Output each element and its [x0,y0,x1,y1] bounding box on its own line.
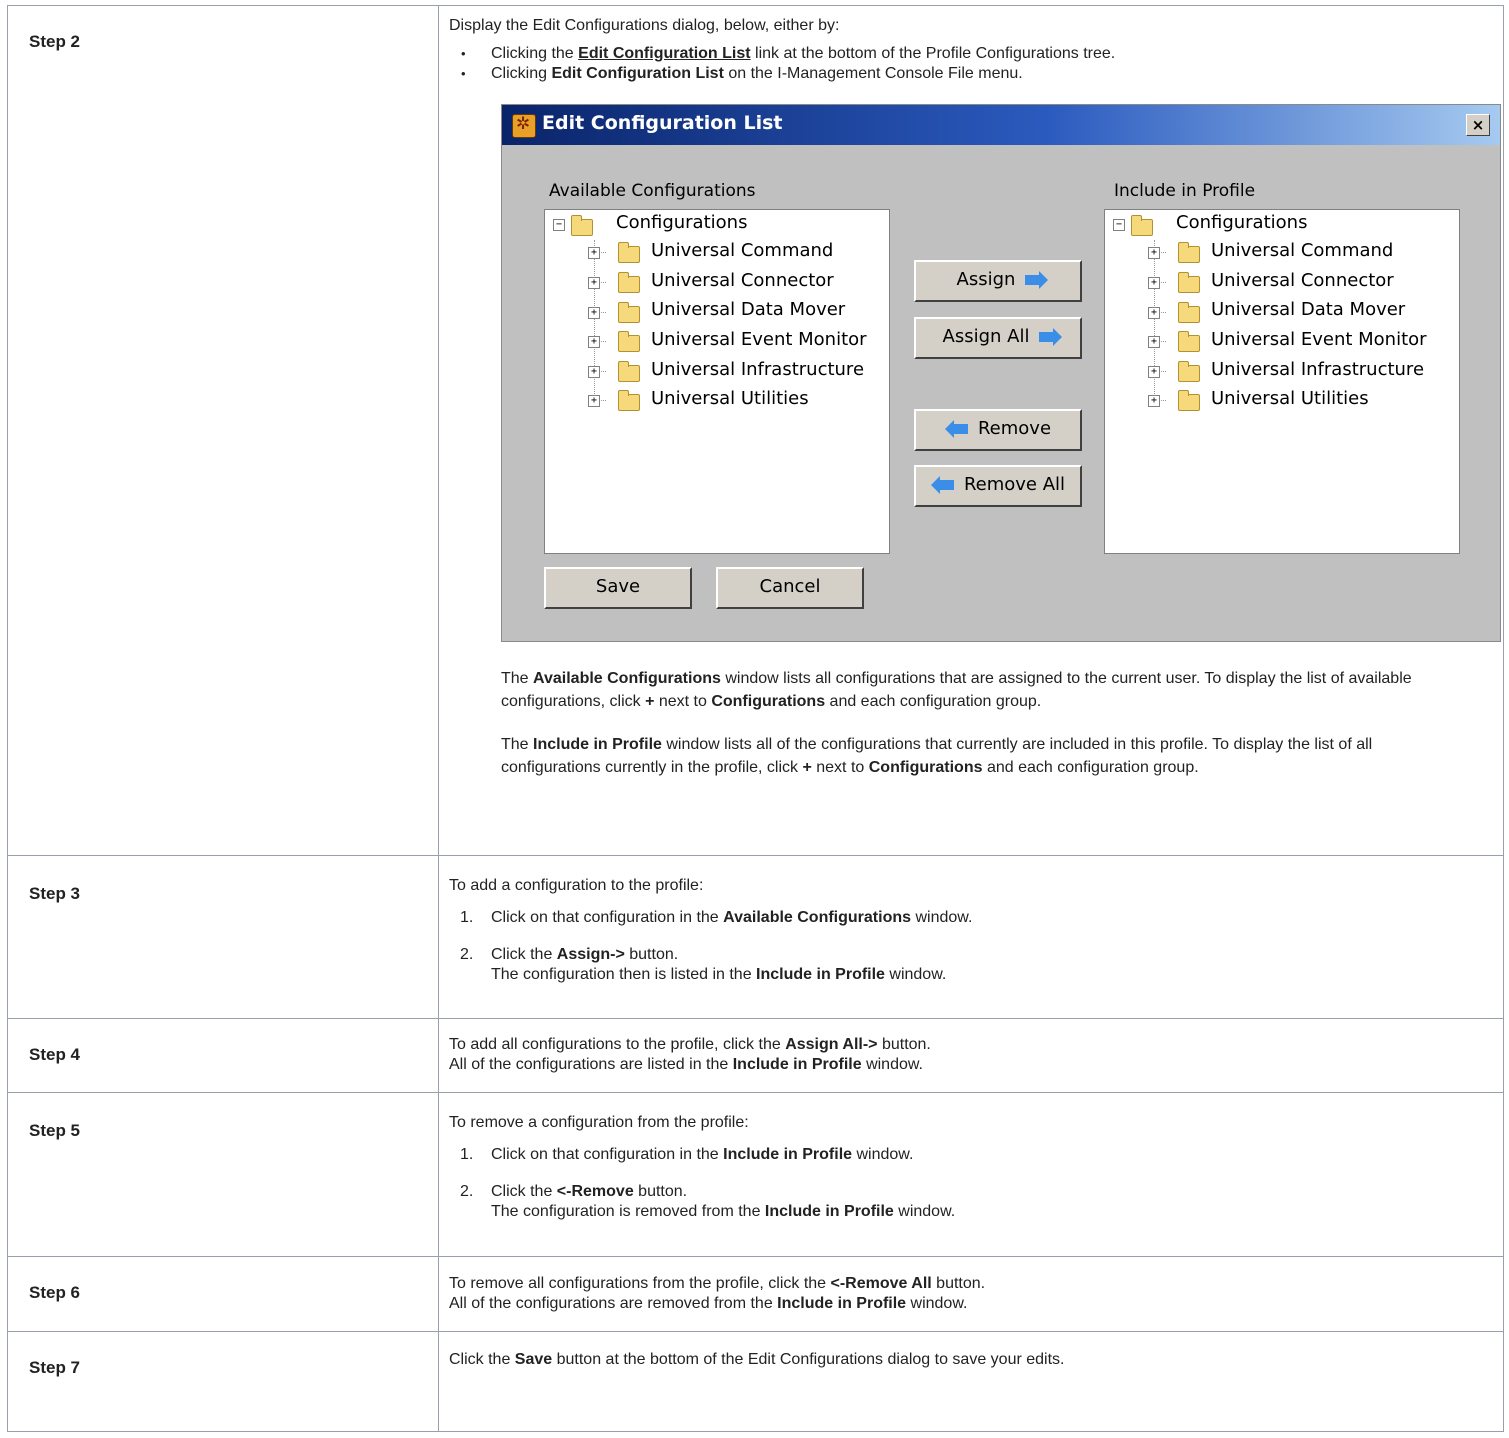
folder-icon [1178,302,1200,323]
expand-icon[interactable]: + [1148,247,1160,259]
step-content: To add a configuration to the profile: 1… [438,855,1504,1019]
folder-icon [1178,331,1200,352]
remove-all-button[interactable]: Remove All [914,465,1082,507]
list-item: 2. Click the <-Remove button. The configur… [460,1183,956,1220]
numbered-list: 1. Click on that configuration in the Ava… [449,908,1503,985]
steps-table: Step 2 Display the Edit Configurations d… [7,5,1504,1432]
folder-icon [571,215,593,236]
folder-icon [1131,215,1153,236]
step-intro: To add a configuration to the profile: [449,877,704,894]
step-row: Step 2 Display the Edit Configurations d… [7,5,1504,856]
assign-all-button[interactable]: Assign All [914,317,1082,359]
step-label: Step 3 [7,855,439,1019]
cancel-button[interactable]: Cancel [716,567,864,609]
available-configurations-label: Available Configurations [549,181,756,201]
expand-icon[interactable]: + [588,247,600,259]
step-intro: Display the Edit Configurations dialog, … [449,17,840,34]
edit-configuration-list-link[interactable]: Edit Configuration List [578,45,750,62]
step-row: Step 7 Click the Save button at the bott… [7,1331,1504,1432]
step-label: Step 6 [7,1256,439,1332]
folder-icon [618,272,640,293]
remove-button[interactable]: Remove [914,409,1082,451]
expand-icon[interactable]: + [1148,307,1160,319]
folder-icon [1178,361,1200,382]
step-label: Step 5 [7,1092,439,1257]
folder-icon [618,302,640,323]
expand-icon[interactable]: + [588,336,600,348]
arrow-right-icon [1025,271,1049,289]
list-item: Clicking the Edit Configuration List lin… [461,44,1503,64]
expand-icon[interactable]: + [1148,395,1160,407]
tree-root[interactable]: Configurations [1176,213,1307,233]
dialog-title: Edit Configuration List [542,112,783,134]
available-tree[interactable]: − Configurations + Universal Command + Uni… [544,209,890,554]
include-in-profile-label: Include in Profile [1114,181,1256,201]
folder-icon [618,242,640,263]
step-row: Step 3 To add a configuration to the pro… [7,855,1504,1019]
step-content: To remove a configuration from the profi… [438,1092,1504,1257]
arrow-left-icon [944,420,968,438]
folder-icon [618,331,640,352]
step-row: Step 6 To remove all configurations from… [7,1256,1504,1332]
collapse-icon[interactable]: − [553,219,565,231]
paragraph: To add all configurations to the profile… [449,1036,931,1073]
step-row: Step 4 To add all configurations to the … [7,1018,1504,1093]
dialog-titlebar: Edit Configuration List × [502,105,1500,145]
folder-icon [618,361,640,382]
step-content: To remove all configurations from the pr… [438,1256,1504,1332]
close-button[interactable]: × [1466,114,1490,136]
list-item: 2. Click the Assign-> button. The configur… [460,946,947,983]
step-content: To add all configurations to the profile… [438,1018,1504,1093]
include-tree[interactable]: − Configurations + Universal Command + Uni… [1104,209,1460,554]
paragraph: The Available Configurations window list… [501,670,1412,710]
assign-button[interactable]: Assign [914,260,1082,302]
expand-icon[interactable]: + [1148,336,1160,348]
list-item: Clicking Edit Configuration List on the … [461,64,1503,84]
expand-icon[interactable]: + [1148,277,1160,289]
paragraph: To remove all configurations from the pr… [449,1275,986,1312]
step-intro: To remove a configuration from the profi… [449,1114,749,1131]
paragraph: The Include in Profile window lists all … [501,736,1373,776]
folder-icon [1178,242,1200,263]
numbered-list: 1. Click on that configuration in the Inc… [449,1145,1503,1222]
list-item: 1. Click on that configuration in the Ava… [460,909,973,926]
expand-icon[interactable]: + [1148,366,1160,378]
expand-icon[interactable]: + [588,395,600,407]
step-label: Step 7 [7,1331,439,1432]
step-row: Step 5 To remove a configuration from th… [7,1092,1504,1257]
folder-icon [618,390,640,411]
bullet-list: Clicking the Edit Configuration List lin… [449,44,1503,84]
paragraph: Click the Save button at the bottom of t… [449,1351,1065,1368]
tree-root[interactable]: Configurations [616,213,747,233]
list-item: 1. Click on that configuration in the Inc… [460,1146,914,1163]
step-label: Step 4 [7,1018,439,1093]
collapse-icon[interactable]: − [1113,219,1125,231]
save-button[interactable]: Save [544,567,692,609]
arrow-left-icon [930,476,954,494]
expand-icon[interactable]: + [588,277,600,289]
app-icon [512,114,536,138]
expand-icon[interactable]: + [588,366,600,378]
step-label: Step 2 [7,5,439,856]
folder-icon [1178,272,1200,293]
folder-icon [1178,390,1200,411]
arrow-right-icon [1039,328,1063,346]
edit-configuration-dialog: Edit Configuration List × Available Conf… [501,104,1501,642]
expand-icon[interactable]: + [588,307,600,319]
step-content: Click the Save button at the bottom of t… [438,1331,1504,1432]
step-content: Display the Edit Configurations dialog, … [438,5,1504,856]
